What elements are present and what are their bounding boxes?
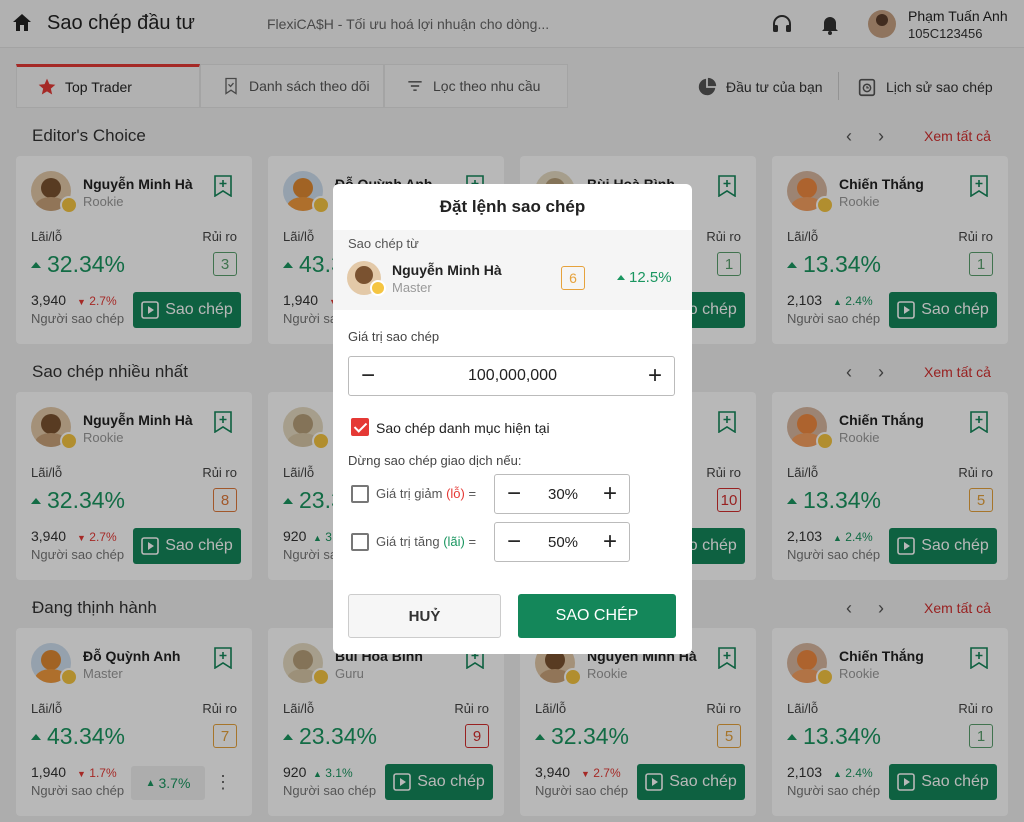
rank-badge-icon [370, 280, 386, 296]
stop-loss-checkbox[interactable] [351, 485, 369, 503]
profit-loss-value: 12.5% [617, 269, 672, 286]
decrease-stop-gain-button[interactable]: − [497, 523, 531, 561]
stop-loss-stepper: − 30% + [494, 474, 630, 514]
decrease-stop-loss-button[interactable]: − [497, 475, 531, 513]
profit-loss-text: 12.5% [629, 269, 672, 286]
stop-gain-input[interactable]: 50% [535, 534, 591, 551]
increase-value-button[interactable]: + [638, 357, 672, 395]
risk-badge: 6 [561, 266, 585, 290]
stop-loss-input[interactable]: 30% [535, 486, 591, 503]
confirm-copy-button[interactable]: SAO CHÉP [518, 594, 676, 638]
stop-gain-checkbox[interactable] [351, 533, 369, 551]
copy-from-label: Sao chép từ [348, 236, 419, 251]
copy-value-label: Giá trị sao chép [348, 329, 440, 344]
copy-portfolio-label[interactable]: Sao chép danh mục hiện tại [376, 420, 550, 436]
stop-loss-word: (lỗ) [446, 486, 465, 501]
stop-condition-label: Dừng sao chép giao dịch nếu: [348, 453, 522, 468]
copy-order-dialog: Đặt lệnh sao chép Sao chép từ Nguyễn Min… [333, 184, 692, 654]
equals-sign: = [468, 534, 477, 549]
copy-value-input[interactable]: 100,000,000 [389, 367, 636, 385]
stop-gain-prefix: Giá trị tăng [376, 534, 440, 549]
copy-value-stepper: − 100,000,000 + [348, 356, 675, 396]
trader-level: Master [392, 280, 432, 295]
cancel-button[interactable]: HUỶ [348, 594, 501, 638]
equals-sign: = [468, 486, 477, 501]
stop-loss-prefix: Giá trị giảm [376, 486, 443, 501]
copy-portfolio-checkbox[interactable] [351, 418, 369, 436]
decrease-value-button[interactable]: − [351, 357, 385, 395]
stop-loss-label[interactable]: Giá trị giảm (lỗ) = [376, 486, 476, 501]
trader-name: Nguyễn Minh Hà [392, 262, 502, 278]
dialog-title: Đặt lệnh sao chép [439, 197, 586, 216]
copy-from-panel: Sao chép từ Nguyễn Minh Hà Master 6 12.5… [333, 230, 692, 310]
increase-stop-loss-button[interactable]: + [593, 475, 627, 513]
stop-gain-label[interactable]: Giá trị tăng (lãi) = [376, 534, 476, 549]
stop-gain-stepper: − 50% + [494, 522, 630, 562]
increase-stop-gain-button[interactable]: + [593, 523, 627, 561]
stop-gain-word: (lãi) [443, 534, 465, 549]
